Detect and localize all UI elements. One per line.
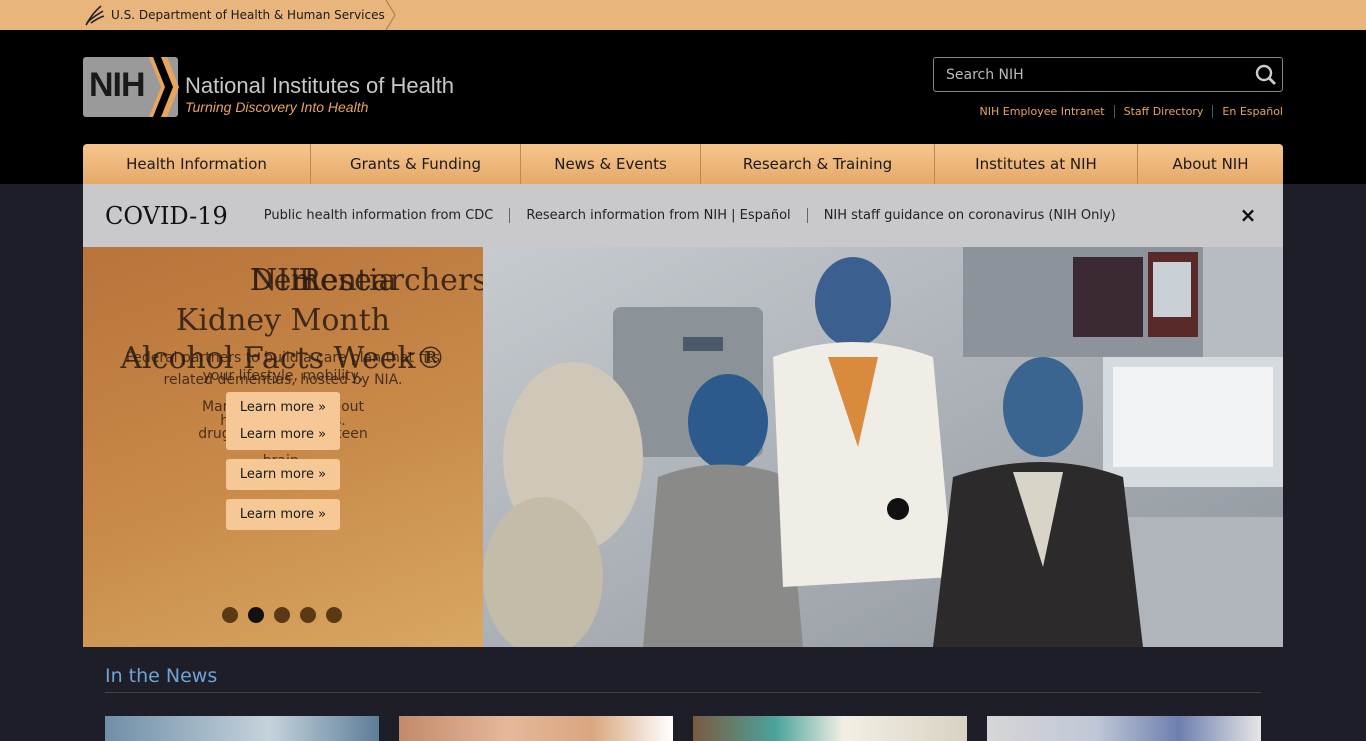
nav-grants-funding[interactable]: Grants & Funding — [311, 144, 521, 184]
slide-description: related dementias, hosted by NIA. — [163, 372, 403, 388]
news-thumbnail[interactable] — [105, 716, 379, 741]
employee-intranet-link[interactable]: NIH Employee Intranet — [971, 105, 1114, 118]
nav-research-training[interactable]: Research & Training — [701, 144, 935, 184]
logo-tagline: Turning Discovery Into Health — [185, 99, 369, 115]
utility-links: NIH Employee Intranet Staff Directory En… — [971, 105, 1283, 118]
search-box — [933, 57, 1283, 92]
hero-carousel: NIH Dementia Researchers Kidney Month Al… — [83, 247, 1283, 647]
hhs-bar: U.S. Department of Health & Human Servic… — [0, 0, 1366, 30]
hhs-eagle-icon — [85, 5, 105, 26]
nih-logo[interactable]: NIH National Institutes of Health Turnin… — [83, 57, 483, 119]
news-thumbnail[interactable] — [693, 716, 967, 741]
carousel-text-panel: NIH Dementia Researchers Kidney Month Al… — [83, 247, 483, 647]
hero-image — [483, 247, 1283, 647]
nav-health-information[interactable]: Health Information — [83, 144, 311, 184]
slide-title: Researchers — [298, 263, 483, 298]
logo-box: NIH — [83, 57, 179, 117]
carousel-dot-1[interactable] — [222, 607, 238, 623]
carousel-dots — [222, 607, 342, 623]
divider — [105, 692, 1261, 693]
carousel-dot-5[interactable] — [326, 607, 342, 623]
covid-title: COVID-19 — [105, 201, 228, 230]
covid-cdc-link[interactable]: Public health information from CDC — [248, 208, 510, 223]
chevron-right-icon — [385, 0, 396, 30]
slide-title: Kidney Month — [175, 303, 391, 338]
site-header: NIH National Institutes of Health Turnin… — [0, 30, 1366, 184]
logo-title: National Institutes of Health — [185, 73, 455, 98]
carousel-dot-2[interactable] — [248, 607, 264, 623]
in-the-news-section: In the News — [83, 647, 1283, 741]
news-thumbnail[interactable] — [399, 716, 673, 741]
carousel-dot-4[interactable] — [300, 607, 316, 623]
carousel-dot-3[interactable] — [274, 607, 290, 623]
staff-directory-link[interactable]: Staff Directory — [1113, 105, 1213, 118]
nav-institutes[interactable]: Institutes at NIH — [935, 144, 1138, 184]
learn-more-button[interactable]: Learn more » — [226, 459, 340, 490]
hhs-link[interactable]: U.S. Department of Health & Human Servic… — [83, 0, 385, 30]
logo-chevron-icon — [149, 57, 179, 117]
close-icon[interactable]: × — [1237, 204, 1259, 226]
covid-nih-research-link[interactable]: Research information from NIH | Español — [509, 208, 806, 223]
learn-more-button[interactable]: Learn more » — [226, 499, 340, 530]
news-section-title: In the News — [105, 665, 218, 687]
hhs-label: U.S. Department of Health & Human Servic… — [111, 8, 385, 22]
covid-banner: COVID-19 Public health information from … — [83, 184, 1283, 247]
covid-staff-guidance-link[interactable]: NIH staff guidance on coronavirus (NIH O… — [806, 208, 1132, 223]
logo-abbr: NIH — [89, 66, 146, 104]
news-thumbnail[interactable] — [987, 716, 1261, 741]
main-nav: Health Information Grants & Funding News… — [83, 144, 1283, 184]
search-input[interactable] — [934, 58, 1244, 91]
learn-more-button[interactable]: Learn more » — [226, 419, 340, 450]
search-icon[interactable] — [1254, 63, 1278, 87]
en-espanol-link[interactable]: En Español — [1212, 105, 1283, 118]
nav-news-events[interactable]: News & Events — [521, 144, 701, 184]
nav-about[interactable]: About NIH — [1138, 144, 1283, 184]
